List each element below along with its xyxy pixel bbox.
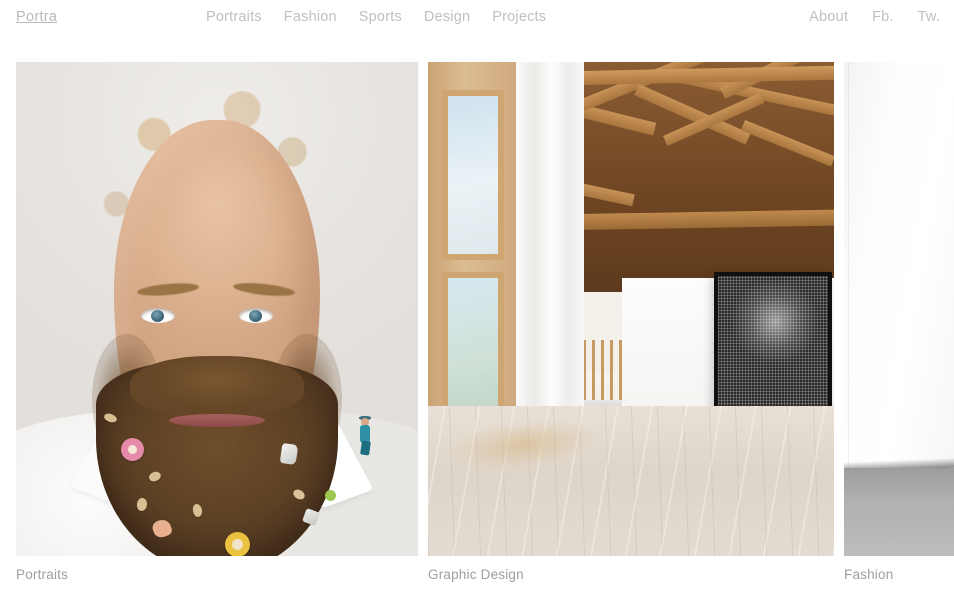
portrait-eye-left xyxy=(140,308,175,323)
beard-pink-donut-icon xyxy=(120,438,144,461)
secondary-navigation: About Fb. Tw. xyxy=(809,9,940,25)
portrait-eye-right xyxy=(239,308,274,323)
nav-item-facebook[interactable]: Fb. xyxy=(872,9,894,25)
portrait-lips xyxy=(168,414,266,427)
gallery-item-portraits[interactable]: Portraits xyxy=(16,62,418,582)
fashion-photo[interactable] xyxy=(844,62,954,556)
nav-item-sports[interactable]: Sports xyxy=(359,9,402,25)
studio-grey-floor xyxy=(844,468,954,556)
beard-green-bead-icon xyxy=(324,490,336,501)
gallery-caption: Graphic Design xyxy=(428,567,524,582)
interior-photo[interactable] xyxy=(428,62,834,556)
nav-item-twitter[interactable]: Tw. xyxy=(918,9,940,25)
gallery-grid: Portraits Graphic Design Fashion xyxy=(16,62,954,600)
nav-item-design[interactable]: Design xyxy=(424,9,470,25)
gallery-item-graphic-design[interactable]: Graphic Design xyxy=(428,62,834,582)
window-pane xyxy=(442,90,504,260)
beard-figurine-icon xyxy=(358,416,372,456)
gallery-item-fashion[interactable]: Fashion xyxy=(844,62,954,582)
site-logo[interactable]: Portra xyxy=(16,9,57,25)
gallery-caption: Fashion xyxy=(844,567,894,582)
site-header: Portra Portraits Fashion Sports Design P… xyxy=(0,0,954,50)
nav-item-projects[interactable]: Projects xyxy=(492,9,546,25)
beard-yellow-cheerio-icon xyxy=(225,532,251,556)
white-room-image-content xyxy=(844,62,954,556)
portrait-photo[interactable] xyxy=(16,62,418,556)
studio-white-wall xyxy=(844,62,954,470)
nav-item-fashion[interactable]: Fashion xyxy=(284,9,337,25)
wall-corner-edge xyxy=(848,62,849,470)
primary-navigation: Portraits Fashion Sports Design Projects xyxy=(206,9,546,25)
nav-item-about[interactable]: About xyxy=(809,9,848,25)
interior-image-content xyxy=(428,62,834,556)
portrait-image-content xyxy=(16,62,418,556)
gallery-caption: Portraits xyxy=(16,567,69,582)
nav-item-portraits[interactable]: Portraits xyxy=(206,9,262,25)
